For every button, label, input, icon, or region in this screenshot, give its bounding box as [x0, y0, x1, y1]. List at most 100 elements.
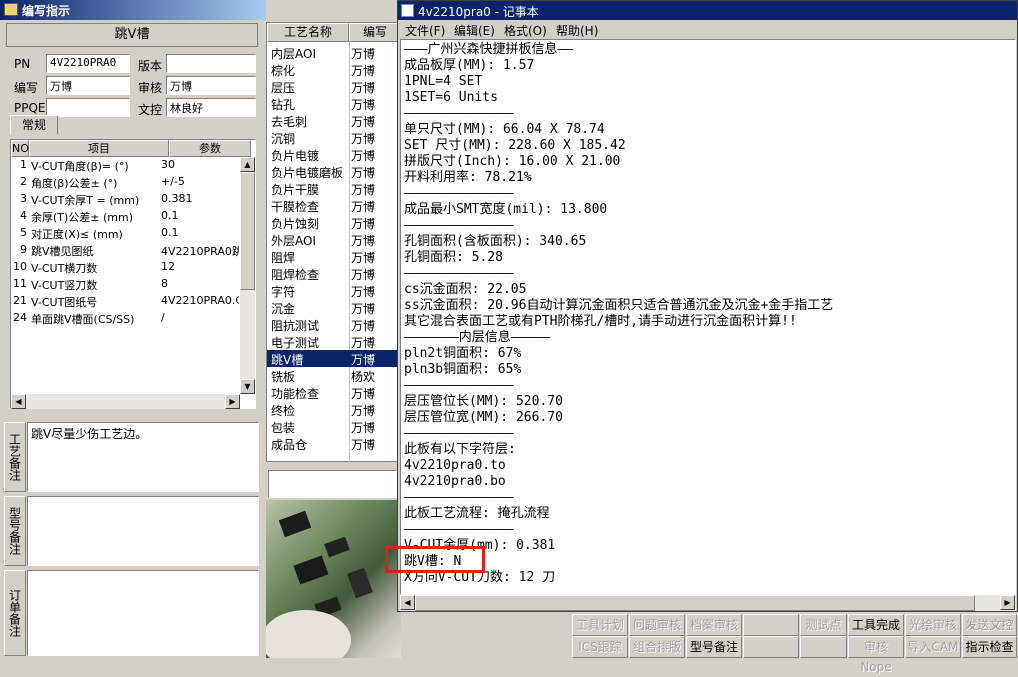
review-field[interactable]: 万博: [166, 76, 256, 95]
toolbar-button[interactable]: 工具完成: [848, 614, 904, 636]
process-name: 负片电镀: [271, 149, 320, 163]
memo-model-text[interactable]: [27, 496, 259, 566]
toolbar-button[interactable]: [743, 636, 799, 658]
toolbar-button[interactable]: 型号备注: [686, 636, 742, 658]
grid-cell-param: 4V2210PRA0跳V: [161, 245, 239, 258]
process-row[interactable]: 铣板 杨欢: [267, 367, 400, 384]
process-row[interactable]: 字符 万博: [267, 282, 400, 299]
process-name: 功能检查: [271, 387, 320, 401]
process-row[interactable]: 负片干膜 万博: [267, 180, 400, 197]
grid-row[interactable]: 10 V-CUT横刀数 12: [11, 259, 240, 276]
process-row[interactable]: 功能检查 万博: [267, 384, 400, 401]
scroll-right-icon[interactable]: ▶: [225, 394, 240, 409]
grid-header-param[interactable]: 参数: [169, 140, 251, 157]
toolbar-button[interactable]: 问题审核: [629, 614, 685, 636]
memo-order-text[interactable]: [27, 570, 259, 656]
process-row[interactable]: 沉铜 万博: [267, 129, 400, 146]
toolbar-button[interactable]: 档案审核: [686, 614, 742, 636]
notepad-icon: [401, 4, 414, 17]
process-row[interactable]: 层压 万博: [267, 78, 400, 95]
process-row[interactable]: 负片蚀刻 万博: [267, 214, 400, 231]
notepad-line: 孔铜面积(含板面积): 340.65: [404, 234, 587, 249]
process-row[interactable]: 成品仓 万博: [267, 435, 400, 452]
grid-row[interactable]: 2 角度(β)公差± (°) +/-5: [11, 174, 240, 191]
tab-general[interactable]: 常规: [10, 115, 58, 135]
process-name: 跳V槽: [271, 353, 304, 367]
grid-header-item[interactable]: 项目: [29, 140, 169, 157]
grid-vertical-scrollbar[interactable]: ▲ ▼: [240, 157, 255, 394]
scroll-right-icon[interactable]: ▶: [1000, 595, 1015, 610]
menu-edit[interactable]: 编辑(E): [454, 22, 495, 39]
notepad-horizontal-scrollbar[interactable]: ◀ ▶: [400, 595, 1016, 611]
toolbar-button[interactable]: 导入CAM: [905, 636, 961, 658]
toolbar-button[interactable]: 测试点: [800, 614, 847, 636]
wenkong-field[interactable]: 林良好: [166, 98, 256, 117]
toolbar-button[interactable]: [800, 636, 847, 658]
process-name: 内层AOI: [271, 47, 316, 61]
notepad-text-area[interactable]: ———广州兴森快捷拼板信息—— 成品板厚(MM): 1.57 1PNL=4 SET 1…: [400, 39, 1016, 595]
menu-help[interactable]: 帮助(H): [556, 22, 598, 39]
toolbar-button[interactable]: 组合排版: [629, 636, 685, 658]
process-row[interactable]: 钻孔 万博: [267, 95, 400, 112]
ppqe-field[interactable]: [46, 98, 130, 117]
process-name: 成品仓: [271, 438, 308, 452]
toolbar-button[interactable]: 审核Nope: [848, 636, 904, 674]
menu-format[interactable]: 格式(O): [504, 22, 547, 39]
notepad-line: ——————————————: [404, 106, 514, 121]
process-input[interactable]: [268, 470, 397, 498]
grid-row[interactable]: 1 V-CUT角度(β)= (°) 30: [11, 157, 240, 174]
toolbar-button[interactable]: ICS跟踪: [572, 636, 628, 658]
grid-cell-no: 10: [13, 260, 27, 273]
author-field[interactable]: 万博: [46, 76, 130, 95]
scroll-thumb[interactable]: [415, 595, 975, 611]
pcb-photo: [266, 500, 401, 658]
process-row[interactable]: 沉金 万博: [267, 299, 400, 316]
scroll-left-icon[interactable]: ◀: [11, 394, 26, 409]
grid-cell-param: 0.1: [161, 209, 179, 222]
process-row[interactable]: 去毛刺 万博: [267, 112, 400, 129]
process-row[interactable]: 电子测试 万博: [267, 333, 400, 350]
grid-row[interactable]: 3 V-CUT余厚T = (mm) 0.381: [11, 191, 240, 208]
grid-row[interactable]: 21 V-CUT图纸号 4V2210PRA0.CS: [11, 293, 240, 310]
toolbar-button[interactable]: [743, 614, 799, 636]
process-row[interactable]: 终检 万博: [267, 401, 400, 418]
notepad-line: ——————————————: [404, 490, 514, 505]
scroll-thumb[interactable]: [240, 172, 255, 290]
process-row[interactable]: 内层AOI 万博: [267, 44, 400, 61]
pn-label: PN: [14, 57, 31, 71]
memo-process-text[interactable]: 跳V尽量少伤工艺边。: [27, 422, 259, 492]
pn-field[interactable]: 4V2210PRA0: [46, 54, 130, 73]
version-field[interactable]: [166, 54, 256, 73]
process-row[interactable]: 阻抗测试 万博: [267, 316, 400, 333]
grid-row[interactable]: 5 对正度(X)≤ (mm) 0.1: [11, 225, 240, 242]
process-row[interactable]: 阻焊 万博: [267, 248, 400, 265]
process-row[interactable]: 跳V槽 万博: [267, 350, 400, 367]
grid-row[interactable]: 24 单面跳V槽面(CS/SS) /: [11, 310, 240, 327]
grid-row[interactable]: 11 V-CUT竖刀数 8: [11, 276, 240, 293]
process-row[interactable]: 棕化 万博: [267, 61, 400, 78]
list-header-process[interactable]: 工艺名称: [267, 23, 349, 42]
process-row[interactable]: 负片电镀 万博: [267, 146, 400, 163]
process-row[interactable]: 阻焊检查 万博: [267, 265, 400, 282]
toolbar-button[interactable]: 发送文控: [962, 614, 1017, 636]
list-header-author[interactable]: 编写: [349, 23, 401, 42]
toolbar-button[interactable]: 工具计划: [572, 614, 628, 636]
menu-file[interactable]: 文件(F): [405, 22, 445, 39]
scroll-left-icon[interactable]: ◀: [400, 595, 415, 610]
notepad-line: pln3b铜面积: 65%: [404, 362, 522, 377]
process-row[interactable]: 负片电镀磨板 万博: [267, 163, 400, 180]
toolbar-button[interactable]: 光绘审核: [905, 614, 961, 636]
process-row[interactable]: 外层AOI 万博: [267, 231, 400, 248]
scroll-up-icon[interactable]: ▲: [240, 157, 255, 172]
process-row[interactable]: 干膜检查 万博: [267, 197, 400, 214]
grid-header-no[interactable]: NO: [11, 140, 29, 157]
grid-horizontal-scrollbar[interactable]: ◀ ▶: [11, 394, 240, 409]
process-row[interactable]: 包装 万博: [267, 418, 400, 435]
grid-row[interactable]: 4 余厚(T)公差± (mm) 0.1: [11, 208, 240, 225]
grid-cell-no: 3: [20, 192, 27, 205]
grid-row[interactable]: 9 跳V槽见图纸 4V2210PRA0跳V: [11, 242, 240, 259]
toolbar-button[interactable]: 指示检查: [962, 636, 1017, 658]
memo-label-process: 工艺备注: [4, 422, 26, 492]
scroll-down-icon[interactable]: ▼: [240, 379, 255, 394]
grid-cell-no: 4: [20, 209, 27, 222]
